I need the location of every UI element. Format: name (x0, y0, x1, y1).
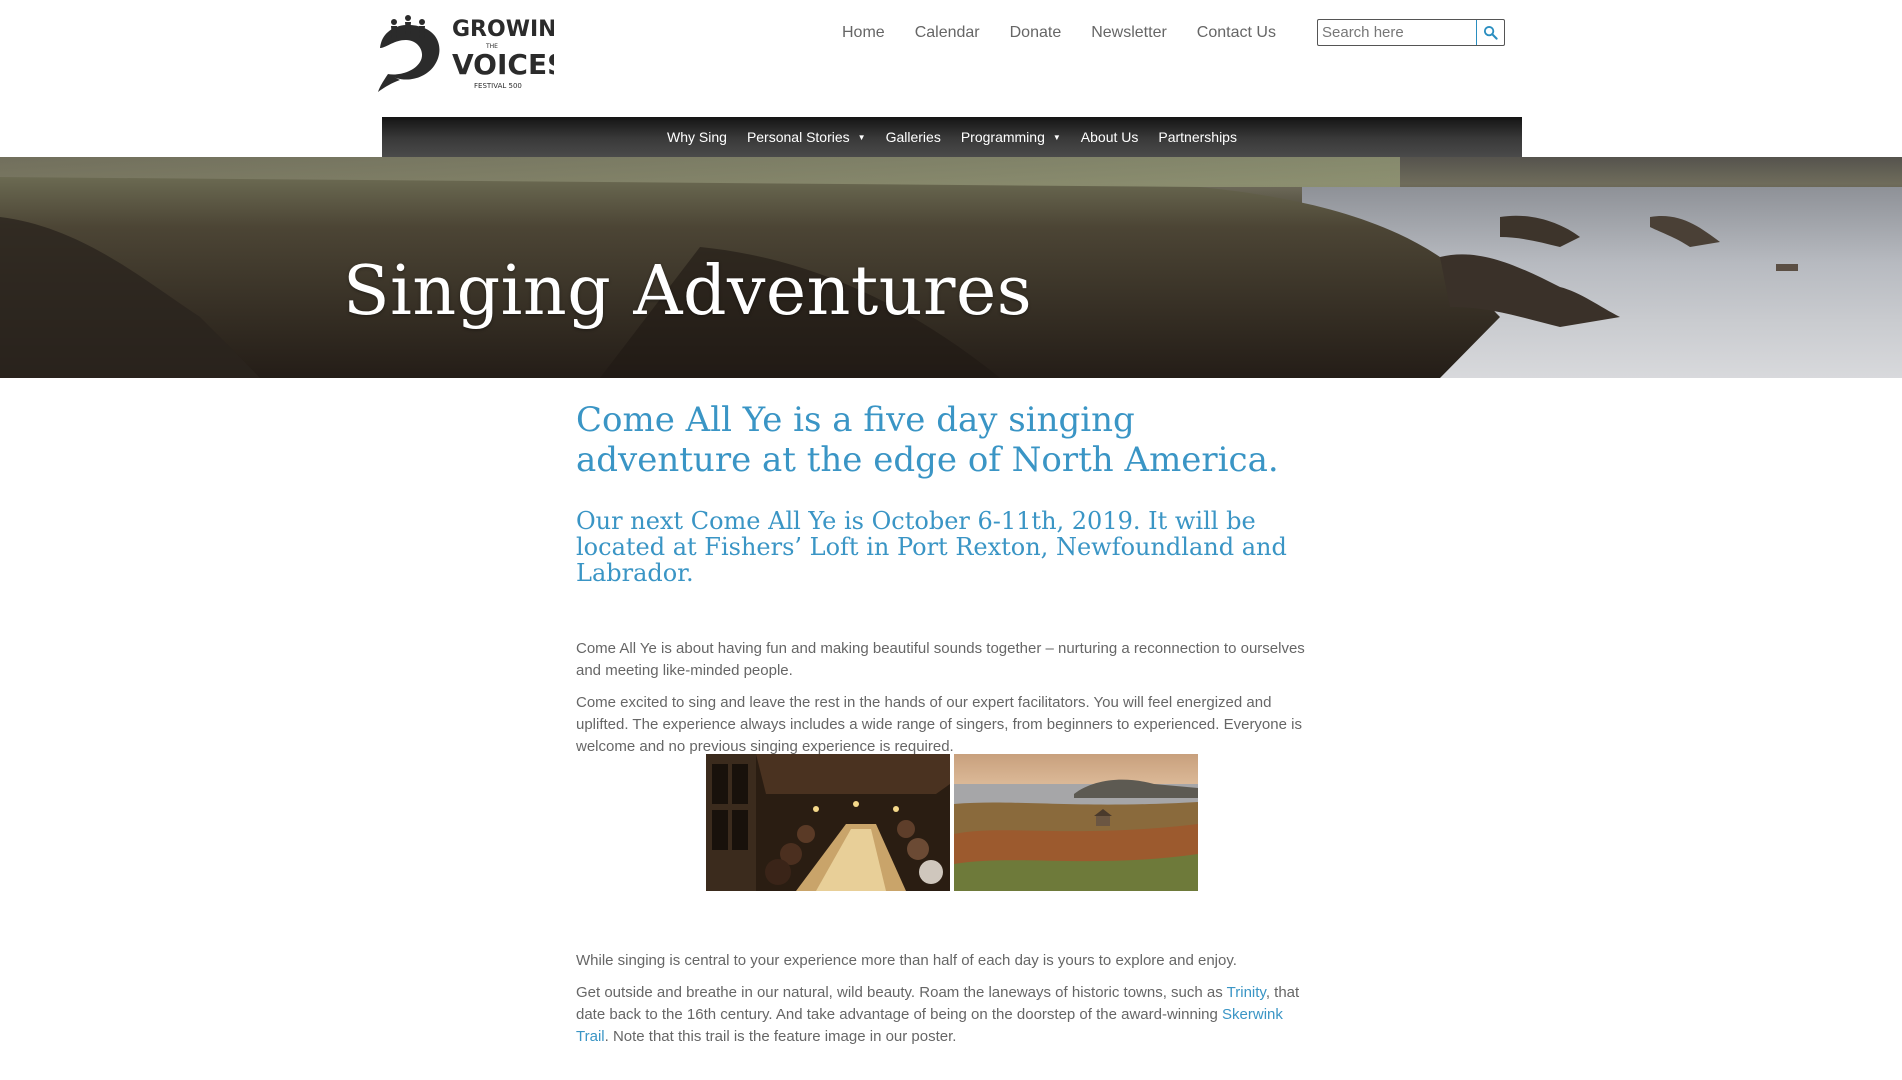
top-nav-newsletter[interactable]: Newsletter (1091, 22, 1167, 44)
logo-text-voices: VOICES (452, 48, 554, 81)
dinner-photo[interactable] (706, 754, 950, 891)
search-box (1317, 19, 1505, 46)
top-nav-donate[interactable]: Donate (1010, 22, 1062, 44)
paragraph-outdoors: Get outside and breathe in our natural, … (576, 982, 1316, 1048)
main-nav-label: Partnerships (1158, 129, 1237, 145)
top-nav-home[interactable]: Home (842, 22, 885, 44)
main-nav-label: About Us (1080, 129, 1139, 145)
main-nav-programming[interactable]: Programming ▼ (951, 129, 1071, 145)
landscape-photo[interactable] (954, 754, 1198, 891)
paragraph-text: . Note that this trail is the feature im… (604, 1028, 957, 1045)
caret-down-icon: ▼ (1052, 132, 1061, 142)
hero-title: Singing Adventures (343, 252, 1033, 331)
paragraph-welcome: Come excited to sing and leave the rest … (576, 694, 1302, 755)
trinity-link[interactable]: Trinity (1227, 984, 1266, 1001)
subheadline: Our next Come All Ye is October 6-11th, … (576, 507, 1287, 587)
main-nav-label: Personal Stories (746, 129, 850, 145)
top-nav-contact[interactable]: Contact Us (1197, 22, 1276, 44)
site-logo[interactable]: GROWING THE VOICES FESTIVAL 500 (374, 8, 554, 96)
search-button[interactable] (1476, 20, 1504, 45)
search-input[interactable] (1318, 21, 1476, 44)
main-nav-label: Programming (960, 129, 1045, 145)
main-nav-personal-stories[interactable]: Personal Stories ▼ (737, 129, 876, 145)
paragraph-explore: While singing is central to your experie… (576, 952, 1237, 969)
search-icon (1483, 25, 1498, 40)
paragraph-intro: Come All Ye is about having fun and maki… (576, 640, 1305, 679)
paragraph-text: Get outside and breathe in our natural, … (576, 984, 1227, 1001)
logo-graphic: GROWING THE VOICES FESTIVAL 500 (378, 15, 554, 92)
main-nav-galleries[interactable]: Galleries (876, 129, 951, 145)
photo-row (706, 754, 1198, 891)
main-nav-why-sing[interactable]: Why Sing (657, 129, 737, 145)
main-nav-label: Why Sing (667, 129, 727, 145)
caret-down-icon: ▼ (857, 132, 866, 142)
main-content: Come All Ye is a five day singing advent… (576, 400, 1316, 758)
top-nav: Home Calendar Donate Newsletter Contact … (842, 22, 1306, 44)
main-nav-label: Galleries (885, 129, 941, 145)
hero-banner: Singing Adventures (0, 157, 1902, 378)
main-nav: Why Sing Personal Stories ▼ Galleries Pro… (382, 117, 1522, 157)
logo-text-growing: GROWING (452, 17, 554, 42)
logo-text-festival: FESTIVAL 500 (474, 82, 522, 90)
headline: Come All Ye is a five day singing advent… (576, 400, 1279, 480)
lower-content: While singing is central to your experie… (576, 950, 1316, 1048)
main-nav-partnerships[interactable]: Partnerships (1148, 129, 1247, 145)
main-nav-about-us[interactable]: About Us (1071, 129, 1149, 145)
top-nav-calendar[interactable]: Calendar (915, 22, 980, 44)
